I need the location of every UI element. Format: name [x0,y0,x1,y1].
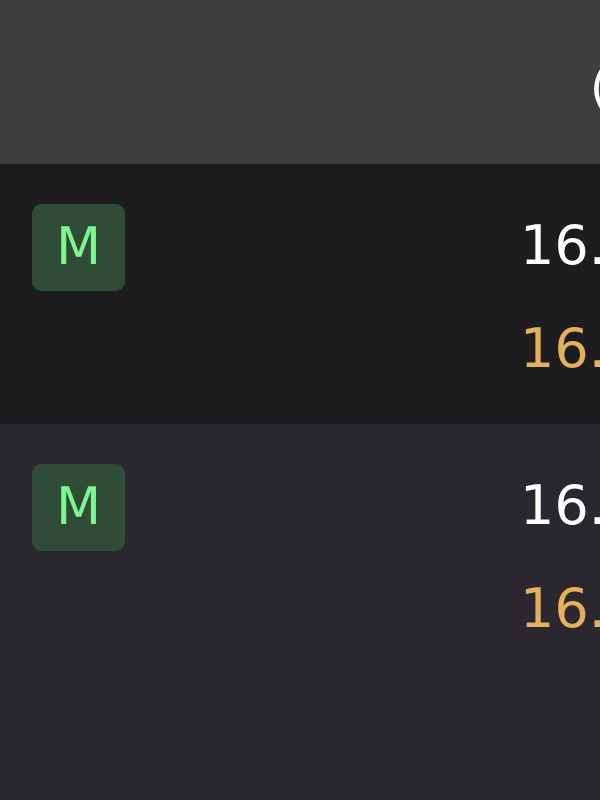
primary-value: 16. [520,214,600,277]
primary-value: 16. [520,474,600,537]
list-item[interactable]: M 16. 16. [0,424,600,800]
list-header: ( [0,0,600,164]
list-item[interactable]: M 16. 16. [0,164,600,424]
status-badge: M [32,464,125,551]
secondary-value: 16. [520,317,600,380]
secondary-value: 16. [520,577,600,640]
header-column-label: ( [590,60,600,116]
status-badge: M [32,204,125,291]
